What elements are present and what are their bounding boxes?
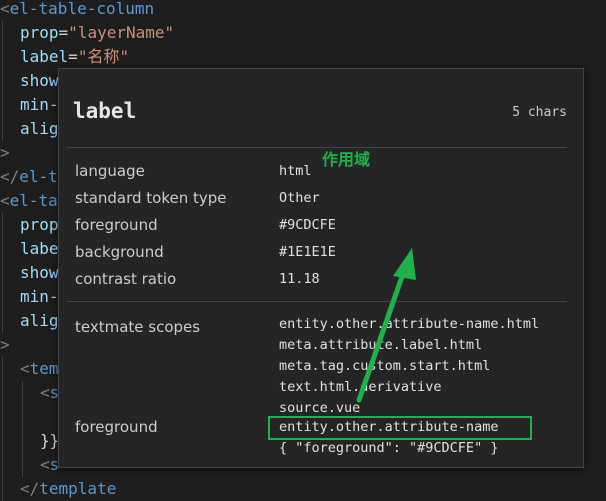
code-line[interactable]: prop="layerName"	[20, 21, 174, 45]
row-background: background #1E1E1E	[75, 243, 336, 261]
indent-guide	[22, 381, 23, 405]
code-token: </	[20, 479, 40, 498]
annotation-label: 作用域	[322, 150, 371, 169]
code-token: show	[20, 263, 59, 282]
indent-guide	[2, 309, 3, 333]
code-token: <	[0, 0, 10, 18]
code-token: alig	[20, 311, 59, 330]
code-token: }}	[40, 431, 60, 450]
indent-guide	[2, 285, 3, 309]
code-token: >	[0, 143, 10, 162]
indent-guide	[2, 453, 3, 477]
code-line[interactable]: <s	[40, 453, 59, 477]
code-line[interactable]: min-	[20, 285, 59, 309]
code-token: el-table-column	[9, 0, 155, 18]
token-char-count: 5 chars	[512, 105, 567, 120]
indent-guide	[2, 45, 3, 69]
code-token: <	[0, 191, 10, 210]
code-line[interactable]: label="名称"	[20, 45, 129, 69]
code-line[interactable]: prop	[20, 213, 59, 237]
code-token: =	[58, 23, 69, 42]
code-token: show	[20, 71, 59, 90]
code-token: template	[39, 479, 117, 498]
code-token: tem	[29, 359, 59, 378]
indent-guide	[2, 69, 3, 93]
code-token: min-	[20, 95, 59, 114]
divider	[67, 147, 567, 148]
code-line[interactable]: alig	[20, 117, 59, 141]
code-line[interactable]: show	[20, 261, 59, 285]
row-language: language html	[75, 162, 312, 180]
code-line[interactable]: >	[0, 141, 10, 165]
indent-guide	[2, 261, 3, 285]
code-line[interactable]: </template	[20, 477, 116, 501]
token-title: label	[73, 99, 137, 123]
code-line[interactable]: alig	[20, 309, 59, 333]
scope-item: text.html.derivative	[279, 379, 442, 395]
code-token: =	[68, 47, 78, 66]
code-token: </	[0, 167, 20, 186]
code-token: "layerName"	[68, 23, 175, 42]
code-line[interactable]: min-	[20, 93, 59, 117]
indent-guide	[2, 21, 3, 45]
scope-item: entity.other.attribute-name.html	[279, 316, 540, 332]
indent-guide	[2, 357, 3, 381]
code-line[interactable]: <s	[40, 381, 59, 405]
indent-guide	[2, 381, 3, 405]
code-line[interactable]: <el-ta	[0, 189, 58, 213]
code-token: el-ta	[9, 191, 58, 210]
code-token: alig	[20, 119, 59, 138]
code-line[interactable]: </el-t	[0, 165, 58, 189]
annotation-highlight-box	[268, 416, 532, 440]
code-token: label	[20, 47, 69, 66]
token-inspector-hover: label 5 chars language html standard tok…	[58, 68, 584, 468]
indent-guide	[2, 93, 3, 117]
code-token: el-t	[19, 167, 58, 186]
code-token: prop	[20, 23, 59, 42]
indent-guide	[22, 429, 23, 453]
indent-guide	[2, 213, 3, 237]
indent-guide	[2, 429, 3, 453]
textmate-scope-list: entity.other.attribute-name.html meta.at…	[279, 314, 539, 419]
code-token: <	[40, 383, 50, 402]
code-line[interactable]: <tem	[20, 357, 59, 381]
code-token: <	[40, 455, 50, 474]
scope-item: meta.tag.custom.start.html	[279, 358, 491, 374]
indent-guide	[2, 117, 3, 141]
indent-guide	[2, 237, 3, 261]
code-line[interactable]: show	[20, 69, 59, 93]
code-token: labe	[20, 239, 59, 258]
code-line[interactable]: labe	[20, 237, 59, 261]
code-line[interactable]: >	[0, 333, 10, 357]
scope-item: meta.attribute.label.html	[279, 337, 483, 353]
row-standard-token-type: standard token type Other	[75, 189, 320, 207]
indent-guide	[2, 477, 3, 501]
indent-guide	[22, 453, 23, 477]
code-token: "名称"	[77, 47, 130, 66]
row-foreground: foreground #9CDCFE	[75, 216, 336, 234]
indent-guide	[22, 405, 23, 429]
code-token: prop	[20, 215, 59, 234]
code-line[interactable]: }}	[40, 429, 59, 453]
code-token: <	[20, 359, 30, 378]
code-token: min-	[20, 287, 59, 306]
row-contrast-ratio: contrast ratio 11.18	[75, 270, 320, 288]
divider	[67, 301, 567, 302]
code-line[interactable]: <el-table-column	[0, 0, 154, 21]
code-token: >	[0, 335, 10, 354]
indent-guide	[2, 405, 3, 429]
